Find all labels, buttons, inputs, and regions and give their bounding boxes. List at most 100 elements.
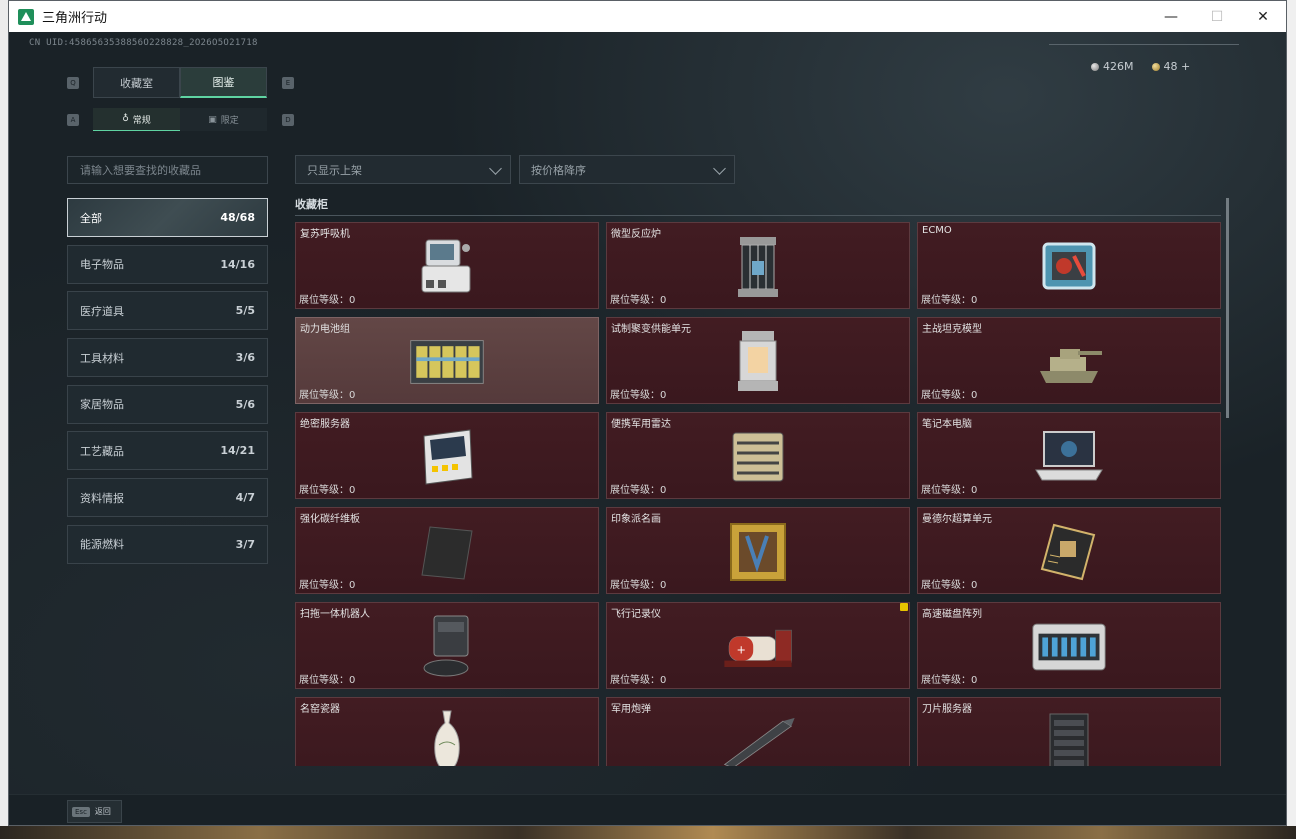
close-button[interactable]: ✕ [1240, 1, 1286, 32]
category-electronics[interactable]: 电子物品 14/16 [67, 244, 268, 284]
radar-icon [718, 425, 798, 489]
category-intel[interactable]: 资料情报 4/7 [67, 478, 268, 518]
section-title: 收藏柜 [295, 198, 328, 211]
category-label: 工具材料 [80, 351, 124, 365]
secret-server-icon [407, 425, 487, 489]
limited-icon: ▣ [208, 114, 217, 125]
category-label: 医疗道具 [80, 304, 124, 318]
collection-item-card[interactable]: 便携军用雷达 展位等级：0 [606, 412, 910, 499]
collection-item-card[interactable]: ECMO 展位等级：0 [917, 222, 1221, 309]
collection-item-card[interactable]: 微型反应炉展位等级：0 [606, 222, 910, 309]
booth-level: 展位等级：0 [921, 675, 978, 686]
collection-item-card[interactable]: 动力电池组 展位等级：0 [295, 317, 599, 404]
desktop-background-bottom [0, 826, 1296, 839]
booth-level: 展位等级：0 [610, 295, 667, 306]
collection-item-card[interactable]: 绝密服务器 展位等级：0 [295, 412, 599, 499]
title-bar[interactable]: 三角洲行动 — ☐ ✕ [9, 1, 1286, 32]
collection-item-card[interactable]: 主战坦克模型 展位等级：0 [917, 317, 1221, 404]
category-label: 电子物品 [80, 258, 124, 272]
window-controls: — ☐ ✕ [1148, 1, 1286, 32]
booth-level: 展位等级：0 [921, 390, 978, 401]
collection-item-card[interactable]: 高速磁盘阵列 展位等级：0 [917, 602, 1221, 689]
shell-icon [718, 710, 798, 766]
reactor-icon [718, 235, 798, 299]
category-crafts[interactable]: 工艺藏品 14/21 [67, 431, 268, 471]
collection-item-card[interactable]: 试制聚变供能单元 展位等级：0 [606, 317, 910, 404]
grid-scrollbar[interactable] [1226, 198, 1229, 418]
category-medical[interactable]: 医疗道具 5/5 [67, 291, 268, 331]
collection-item-card[interactable]: 扫拖一体机器人 展位等级：0 [295, 602, 599, 689]
item-name: 绝密服务器 [300, 419, 350, 430]
collection-item-card[interactable]: 强化碳纤维板 展位等级：0 [295, 507, 599, 594]
category-label: 全部 [80, 211, 102, 225]
minimize-button[interactable]: — [1148, 1, 1194, 32]
collection-item-card[interactable]: 曼德尔超算单元 展位等级：0 [917, 507, 1221, 594]
item-name: 动力电池组 [300, 324, 350, 335]
subtab-regular[interactable]: ♁ 常规 [93, 108, 180, 131]
collection-item-card[interactable]: 刀片服务器展位等级：0 [917, 697, 1221, 766]
booth-level: 展位等级：0 [299, 675, 356, 686]
category-all[interactable]: 全部 48/68 [67, 198, 268, 237]
main-tabs: 收藏室 图鉴 [93, 67, 267, 98]
silver-amount: 426M [1103, 60, 1134, 73]
sub-tabs: ♁ 常规 ▣ 限定 [93, 108, 267, 131]
chevron-down-icon [713, 162, 726, 175]
category-tools[interactable]: 工具材料 3/6 [67, 338, 268, 378]
collection-item-card[interactable]: 笔记本电脑 展位等级：0 [917, 412, 1221, 499]
collection-grid: 复苏呼吸机 展位等级：0 微型反应炉 展位等级：0 ECMO 展位等级：0 动力电池组 展位等… [295, 222, 1222, 766]
esc-key-hint: Esc [72, 806, 90, 817]
category-label: 资料情报 [80, 491, 124, 505]
category-list: 全部 48/68 电子物品 14/16 医疗道具 5/5 工具材料 3/6 家居物品 5/… [67, 198, 268, 572]
subtab-limited[interactable]: ▣ 限定 [180, 108, 267, 131]
gold-currency[interactable]: 48 + [1151, 60, 1191, 73]
collection-item-card[interactable]: 复苏呼吸机 展位等级：0 [295, 222, 599, 309]
flight-recorder-icon: + [718, 615, 798, 679]
header-divider [1049, 44, 1239, 45]
category-energy[interactable]: 能源燃料 3/7 [67, 524, 268, 564]
gold-amount: 48 + [1163, 60, 1191, 73]
game-viewport: CN UID:4586563538856O228828_2O26O5O21718… [9, 32, 1286, 825]
search-input[interactable]: 请输入想要查找的收藏品 [67, 156, 268, 184]
category-count: 48/68 [220, 211, 255, 224]
category-label: 家居物品 [80, 398, 124, 412]
collection-item-card[interactable]: 军用炮弹展位等级：0 [606, 697, 910, 766]
category-household[interactable]: 家居物品 5/6 [67, 384, 268, 424]
item-name: 刀片服务器 [922, 704, 972, 715]
silver-coin-icon [1091, 63, 1099, 71]
item-name: 军用炮弹 [611, 704, 651, 715]
collection-item-card[interactable]: 飞行记录仪 + 展位等级：0 [606, 602, 910, 689]
back-button[interactable]: Esc 返回 [67, 800, 122, 823]
item-name: 曼德尔超算单元 [922, 514, 992, 525]
currency-display: 426M 48 + [1091, 60, 1190, 73]
item-name: 飞行记录仪 [611, 609, 661, 620]
subtab-regular-label: 常规 [132, 115, 151, 126]
collection-item-card[interactable]: 名窑瓷器展位等级：0 [295, 697, 599, 766]
sort-dropdown[interactable]: 按价格降序 [519, 155, 735, 184]
key-hint-e: E [282, 77, 294, 89]
subtab-limited-label: 限定 [220, 116, 239, 126]
tab-codex[interactable]: 图鉴 [180, 67, 267, 98]
category-count: 3/7 [235, 537, 255, 551]
battery-pack-icon [407, 330, 487, 394]
item-name: 高速磁盘阵列 [922, 609, 982, 620]
tab-collection-room[interactable]: 收藏室 [93, 67, 180, 98]
game-window: 三角洲行动 — ☐ ✕ CN UID:4586563538856O228828_… [8, 0, 1287, 826]
ventilator-icon [407, 235, 487, 299]
booth-level: 展位等级：0 [610, 580, 667, 591]
sort-value: 按价格降序 [531, 163, 586, 177]
shelf-filter-dropdown[interactable]: 只显示上架 [295, 155, 511, 184]
booth-level: 展位等级：0 [921, 295, 978, 306]
item-name: 微型反应炉 [611, 229, 661, 240]
category-count: 3/6 [235, 351, 255, 365]
carbon-plate-icon [407, 520, 487, 584]
maximize-button[interactable]: ☐ [1194, 1, 1240, 32]
desktop-background-right [1287, 0, 1296, 839]
key-hint-a: A [67, 114, 79, 126]
collection-item-card[interactable]: 印象派名画 展位等级：0 [606, 507, 910, 594]
gold-coin-icon [1151, 63, 1160, 71]
item-name: 主战坦克模型 [922, 324, 982, 335]
chevron-down-icon [489, 162, 502, 175]
booth-level: 展位等级：0 [610, 390, 667, 401]
key-hint-q: Q [67, 77, 79, 89]
item-name: 便携军用雷达 [611, 419, 671, 430]
